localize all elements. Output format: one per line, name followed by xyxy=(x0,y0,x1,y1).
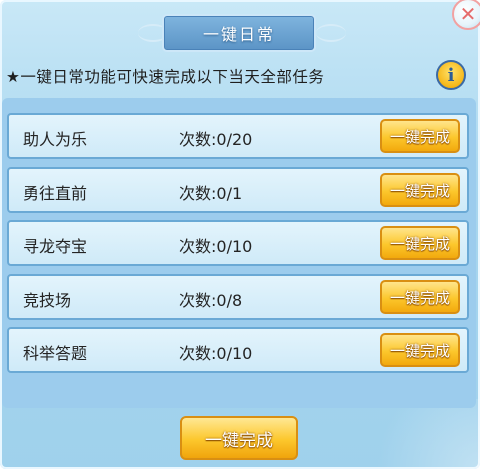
dialog-title: 一键日常 xyxy=(162,14,316,52)
task-row-imperial-exam: 科举答题 次数:0/10 一键完成 xyxy=(7,327,469,373)
task-count: 次数:0/10 xyxy=(179,344,253,363)
daily-quest-dialog: 一键日常 ✕ ★一键日常功能可快速完成以下当天全部任务 i 助人为乐 次数:0/… xyxy=(0,0,480,469)
task-count: 次数:0/10 xyxy=(179,237,253,256)
task-row-arena: 竞技场 次数:0/8 一键完成 xyxy=(7,274,469,320)
task-count: 次数:0/20 xyxy=(179,130,253,149)
task-row-brave-forward: 勇往直前 次数:0/1 一键完成 xyxy=(7,167,469,213)
title-ornament-right xyxy=(316,24,346,42)
task-count: 次数:0/1 xyxy=(179,184,243,203)
task-name: 科举答题 xyxy=(23,344,88,363)
task-name: 竞技场 xyxy=(23,291,72,310)
cloud-decoration xyxy=(350,399,480,469)
task-complete-button[interactable]: 一键完成 xyxy=(380,226,460,260)
task-row-dragon-treasure: 寻龙夺宝 次数:0/10 一键完成 xyxy=(7,220,469,266)
hint-text: ★一键日常功能可快速完成以下当天全部任务 xyxy=(6,68,325,86)
info-icon[interactable]: i xyxy=(436,60,466,90)
task-name: 助人为乐 xyxy=(23,130,88,149)
close-icon[interactable]: ✕ xyxy=(452,0,480,30)
task-row-help-others: 助人为乐 次数:0/20 一键完成 xyxy=(7,113,469,159)
task-count: 次数:0/8 xyxy=(179,291,243,310)
task-name: 寻龙夺宝 xyxy=(23,237,88,256)
task-list-panel: 助人为乐 次数:0/20 一键完成 勇往直前 次数:0/1 一键完成 寻龙夺宝 … xyxy=(2,98,476,408)
task-complete-button[interactable]: 一键完成 xyxy=(380,280,460,314)
task-complete-button[interactable]: 一键完成 xyxy=(380,119,460,153)
complete-all-button[interactable]: 一键完成 xyxy=(180,416,298,460)
task-complete-button[interactable]: 一键完成 xyxy=(380,333,460,367)
task-name: 勇往直前 xyxy=(23,184,88,203)
task-complete-button[interactable]: 一键完成 xyxy=(380,173,460,207)
